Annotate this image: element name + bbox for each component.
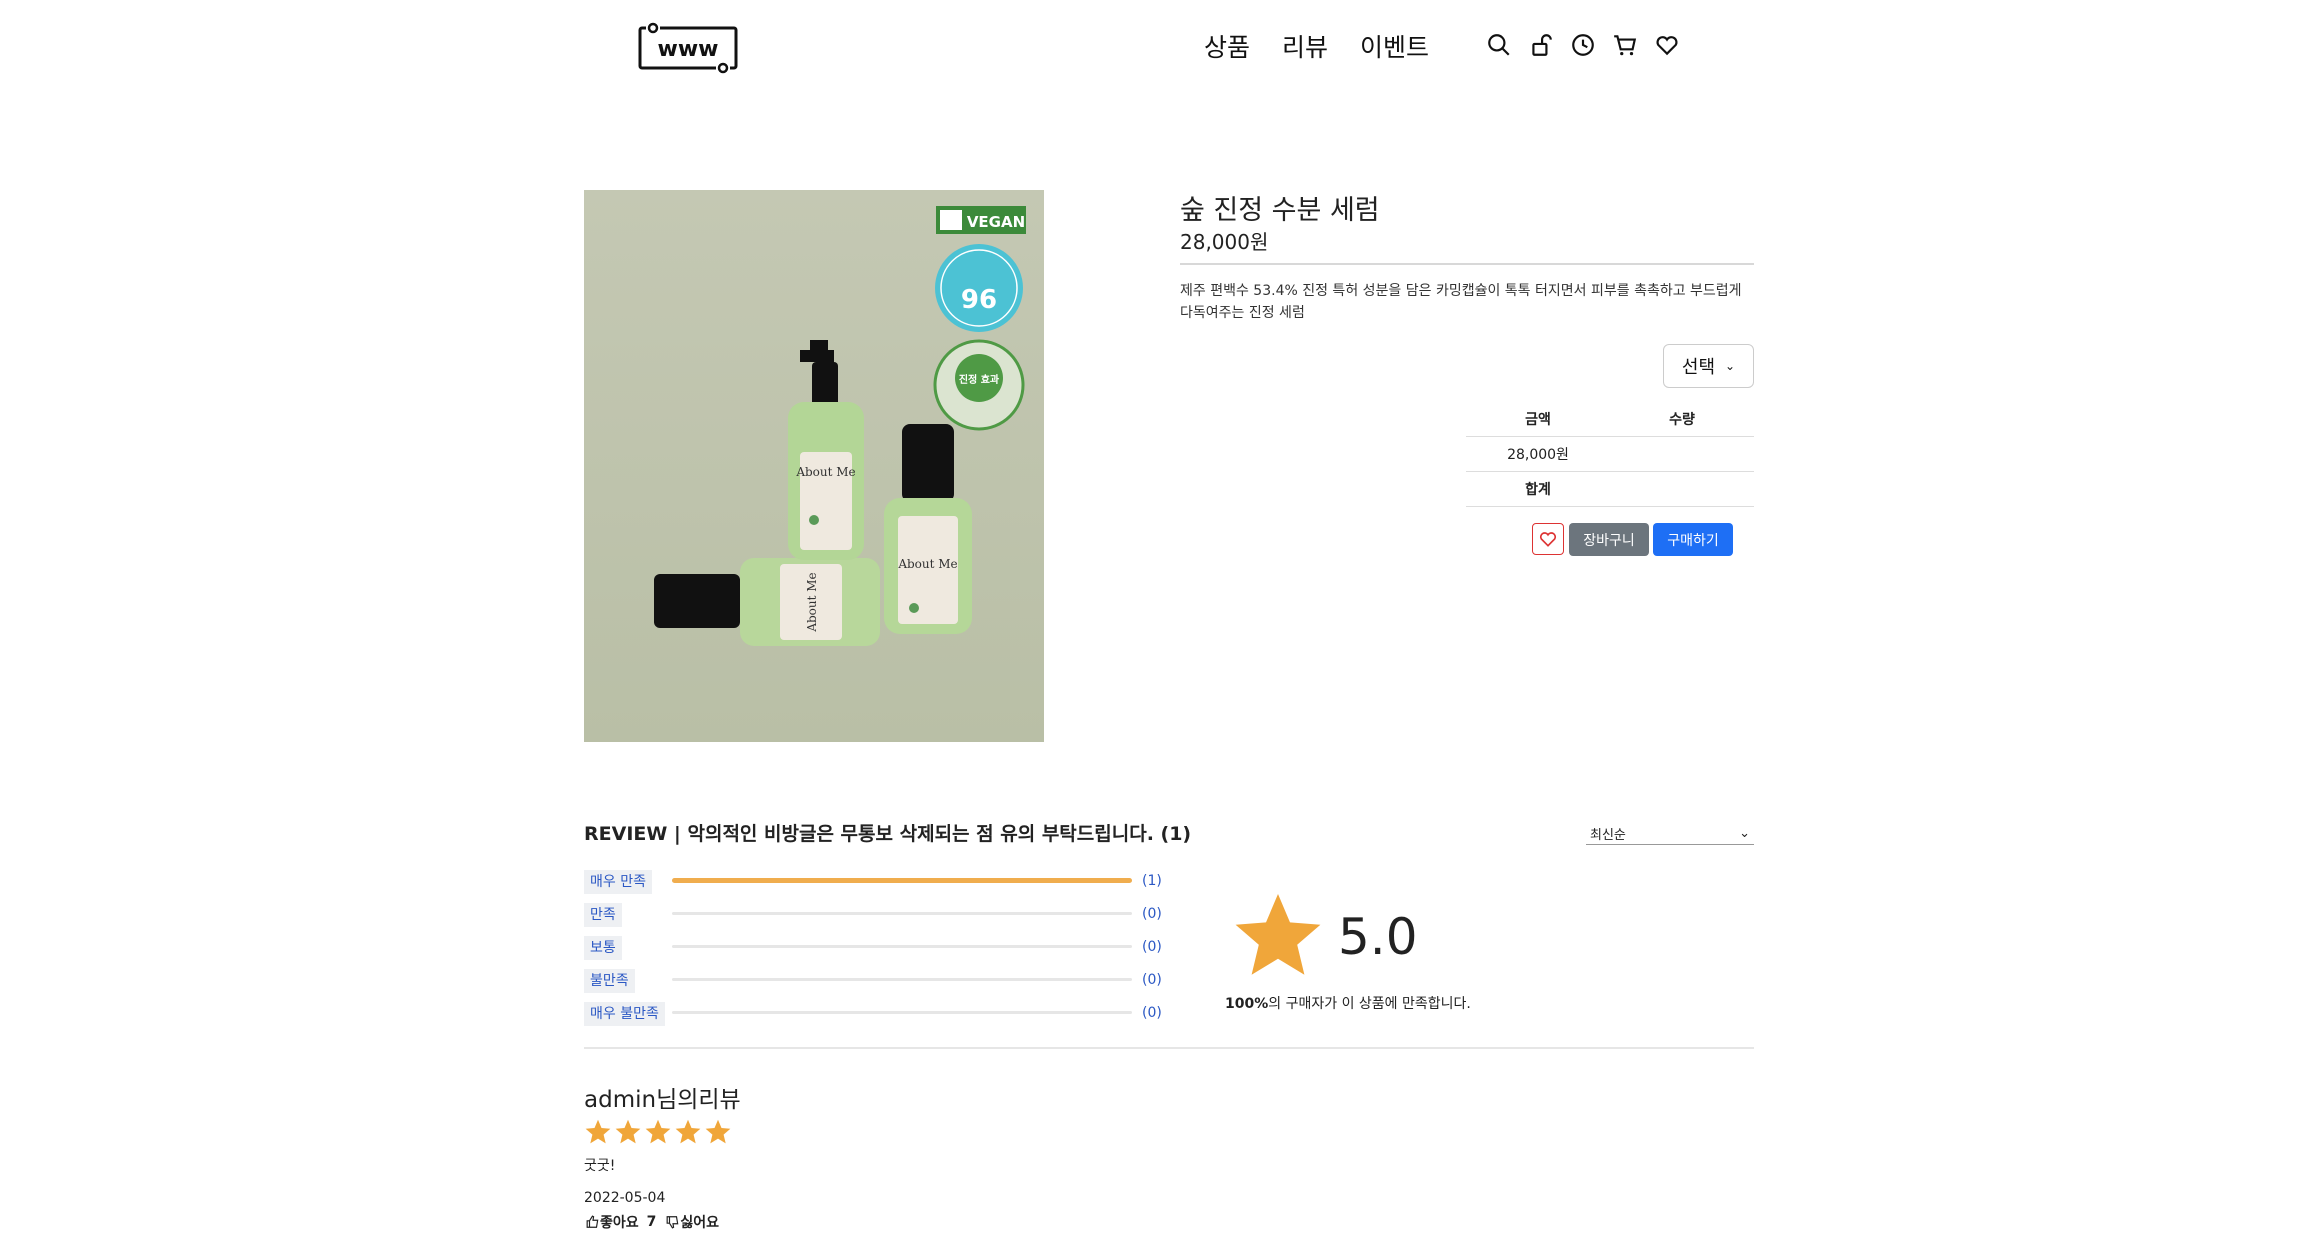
thumbs-down-icon: [666, 1216, 679, 1229]
vegan-badge: VEGAN: [936, 206, 1026, 234]
chevron-down-icon: ⌄: [1725, 359, 1736, 373]
logo-text: www: [658, 37, 719, 62]
star-icon: [615, 1119, 641, 1144]
rating-label[interactable]: 매우 만족: [584, 869, 652, 894]
title-divider: [1180, 263, 1754, 265]
chevron-down-icon: ⌄: [1739, 826, 1750, 841]
nav-products[interactable]: 상품: [1204, 28, 1250, 64]
satisfaction-percent: 100%: [1225, 996, 1269, 1012]
calm-badge: 진정 효과: [933, 339, 1025, 431]
rating-row: 보통 (0): [584, 930, 1164, 963]
review-author: admin님의리뷰: [584, 1087, 741, 1113]
star-icon: [645, 1119, 671, 1144]
rating-bar: [672, 912, 1132, 915]
price-value: 28,000원: [1507, 447, 1569, 463]
heart-icon: [1539, 532, 1557, 547]
cart-icon[interactable]: [1612, 32, 1638, 58]
search-icon[interactable]: [1486, 32, 1512, 58]
svg-text:96: 96: [961, 285, 997, 315]
nav-reviews[interactable]: 리뷰: [1282, 28, 1328, 64]
rating-label[interactable]: 만족: [584, 902, 622, 927]
like-label: 좋아요: [600, 1215, 639, 1231]
rating-bar: [672, 878, 1132, 883]
thumbs-up-icon: [586, 1215, 599, 1228]
rating-fill: [672, 878, 1132, 883]
dislike-button[interactable]: 싫어요: [666, 1212, 719, 1232]
percent-badge: 96: [935, 244, 1023, 332]
rating-bar: [672, 945, 1132, 948]
rating-row: 매우 불만족 (0): [584, 996, 1164, 1029]
star-icon: [585, 1119, 611, 1144]
review-date: 2022-05-04: [584, 1190, 666, 1206]
site-logo[interactable]: www: [636, 22, 740, 76]
rating-label[interactable]: 보통: [584, 935, 622, 960]
rating-row: 매우 만족 (1): [584, 864, 1164, 897]
svg-text:About Me: About Me: [805, 572, 819, 632]
product-price: 28,000원: [1180, 230, 1269, 254]
total-label: 합계: [1525, 482, 1551, 498]
option-select[interactable]: 선택 ⌄: [1663, 344, 1754, 388]
main-nav: 상품 리뷰 이벤트: [1204, 28, 1429, 64]
price-table-row: 28,000원: [1466, 437, 1754, 472]
review-divider: [584, 1047, 1754, 1049]
option-select-value: 선택: [1681, 357, 1716, 378]
nav-events[interactable]: 이벤트: [1360, 28, 1429, 64]
svg-text:VEGAN: VEGAN: [967, 213, 1025, 231]
rating-count: (0): [1142, 905, 1162, 922]
rating-bar: [672, 1011, 1132, 1014]
svg-text:About Me: About Me: [897, 557, 957, 571]
review-section-title: REVIEW | 악의적인 비방글은 무통보 삭제되는 점 유의 부탁드립니다.…: [584, 823, 1192, 845]
review-text: 굿굿!: [584, 1158, 616, 1174]
sort-select[interactable]: 최신순 ⌄: [1586, 823, 1754, 845]
like-count: 7: [646, 1214, 657, 1230]
dislike-label: 싫어요: [680, 1215, 720, 1231]
wishlist-button[interactable]: [1532, 523, 1564, 555]
review-actions: 좋아요 7 싫어요: [586, 1212, 719, 1232]
star-icon: [705, 1119, 731, 1144]
svg-text:진정 효과: 진정 효과: [959, 373, 1000, 386]
rating-count: (1): [1142, 872, 1162, 889]
average-score: 5.0: [1338, 908, 1418, 966]
rating-count: (0): [1142, 971, 1162, 988]
price-table: 금액 수량 28,000원 합계: [1466, 402, 1754, 507]
like-button[interactable]: 좋아요: [586, 1212, 639, 1232]
product-description: 제주 편백수 53.4% 진정 특허 성분을 담은 카밍캡슐이 톡톡 터지면서 …: [1180, 283, 1742, 321]
price-table-total: 합계: [1466, 472, 1754, 507]
rating-label[interactable]: 매우 불만족: [584, 1001, 665, 1026]
history-icon[interactable]: [1570, 32, 1596, 58]
star-icon: [675, 1119, 701, 1144]
rating-bar: [672, 978, 1132, 981]
buy-now-button[interactable]: 구매하기: [1653, 523, 1733, 556]
rating-breakdown: 매우 만족 (1) 만족 (0) 보통 (0) 불만족 (0) 매우 불만족 (…: [584, 864, 1164, 1029]
heart-icon[interactable]: [1654, 32, 1680, 58]
add-to-cart-button[interactable]: 장바구니: [1569, 523, 1649, 556]
rating-count: (0): [1142, 1004, 1162, 1021]
price-table-header: 금액 수량: [1466, 402, 1754, 437]
rating-label[interactable]: 불만족: [584, 968, 635, 993]
price-header: 금액: [1525, 412, 1551, 428]
satisfaction-summary: 100%의 구매자가 이 상품에 만족합니다.: [1225, 993, 1471, 1013]
svg-text:About Me: About Me: [795, 465, 855, 479]
product-image: VEGAN 96 진정 효과 About Me About Me About M…: [584, 190, 1044, 742]
star-icon: [1230, 888, 1326, 984]
rating-count: (0): [1142, 938, 1162, 955]
quantity-header: 수량: [1669, 412, 1695, 428]
rating-row: 만족 (0): [584, 897, 1164, 930]
product-title: 숲 진정 수분 세럼: [1180, 195, 1380, 226]
lock-icon[interactable]: [1528, 32, 1554, 58]
sort-select-value: 최신순: [1590, 828, 1626, 843]
header-icons: [1486, 32, 1680, 58]
review-stars: [584, 1118, 732, 1146]
satisfaction-text: 의 구매자가 이 상품에 만족합니다.: [1268, 996, 1471, 1012]
rating-row: 불만족 (0): [584, 963, 1164, 996]
